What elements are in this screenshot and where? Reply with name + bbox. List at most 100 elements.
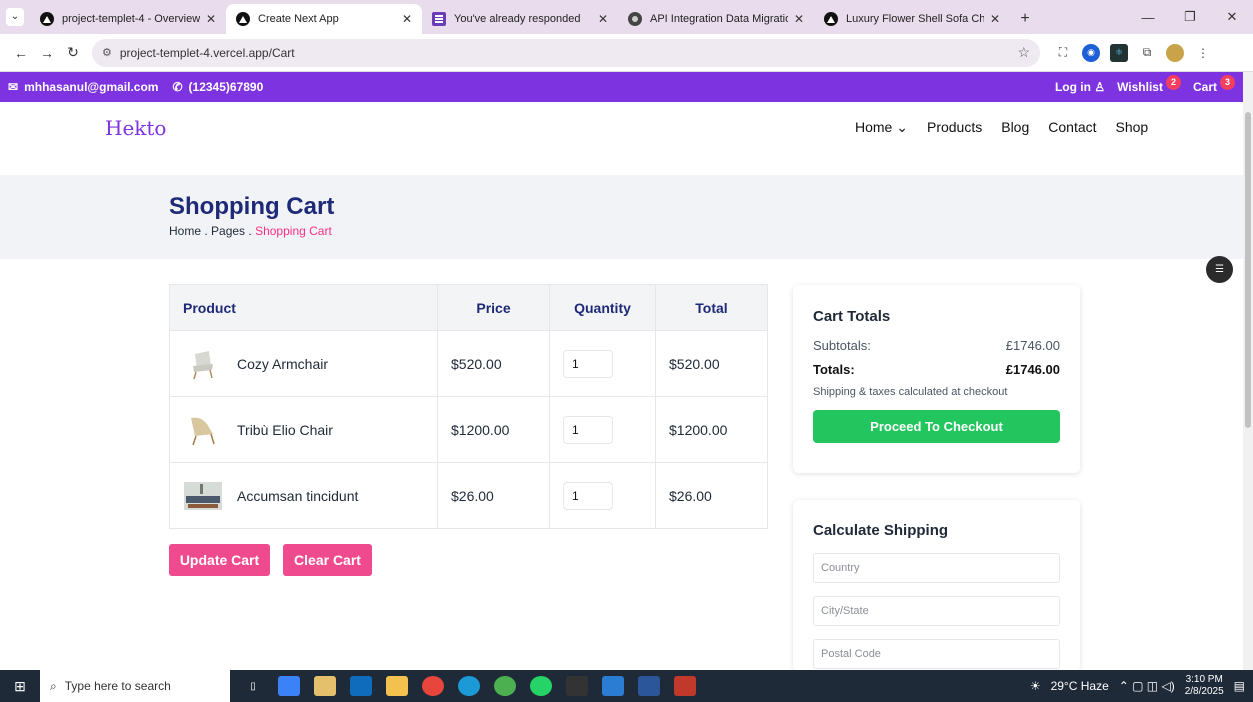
product-thumbnail	[183, 344, 223, 384]
browser-tab[interactable]: Luxury Flower Shell Sofa Chair | ✕	[814, 4, 1010, 34]
windows-taskbar: ⊞ ⌕ Type here to search ▯ ☀ 29°C Haze ⌃ …	[0, 670, 1253, 702]
terminal-icon[interactable]	[566, 676, 588, 696]
profile-avatar[interactable]	[1166, 43, 1184, 62]
nav-shop[interactable]: Shop	[1116, 119, 1149, 136]
close-icon[interactable]: ✕	[598, 12, 608, 26]
email-contact[interactable]: ✉ mhhasanul@gmail.com	[8, 80, 158, 94]
extensions-area: ⛶ ◉ ⚛ ⧉ ⋮	[1054, 43, 1212, 62]
nav-products[interactable]: Products	[927, 119, 982, 136]
taskbar-search[interactable]: ⌕ Type here to search	[40, 670, 230, 702]
user-icon: ♙	[1094, 80, 1106, 94]
calculate-shipping-card: Calculate Shipping	[793, 500, 1080, 672]
vscode-icon[interactable]	[602, 676, 624, 696]
scrollbar-thumb[interactable]	[1245, 112, 1251, 428]
breadcrumb-home[interactable]: Home .	[169, 224, 208, 238]
subtotal-value: £1746.00	[1005, 338, 1060, 353]
page-scrollbar[interactable]	[1243, 72, 1253, 670]
windows-start-icon[interactable]: ⊞	[0, 678, 40, 695]
edge-icon[interactable]	[458, 676, 480, 696]
cart-link[interactable]: Cart 3	[1193, 75, 1235, 94]
openai-icon	[628, 12, 642, 26]
breadcrumb-pages[interactable]: Pages .	[211, 224, 252, 238]
browser-tab[interactable]: project-templet-4 - Overview - ✕	[30, 4, 226, 34]
login-link[interactable]: Log in ♙	[1055, 80, 1105, 94]
country-input[interactable]	[813, 553, 1060, 583]
quantity-input[interactable]	[563, 349, 613, 378]
table-header-row: Product Price Quantity Total	[169, 284, 768, 331]
product-total: $26.00	[655, 462, 768, 529]
tab-title: Create Next App	[258, 13, 339, 25]
browser-tab-active[interactable]: Create Next App ✕	[226, 4, 422, 34]
bookmark-star-icon[interactable]: ☆	[1017, 44, 1030, 61]
total-label: Totals:	[813, 362, 855, 377]
whatsapp-icon[interactable]	[530, 676, 552, 696]
site-info-icon[interactable]: ⚙	[102, 46, 112, 59]
task-view-icon[interactable]: ▯	[242, 676, 264, 696]
maximize-icon[interactable]: ❐	[1169, 0, 1211, 34]
browser-tab[interactable]: API Integration Data Migration ✕	[618, 4, 814, 34]
wishlist-link[interactable]: Wishlist 2	[1117, 75, 1181, 94]
site-logo[interactable]: Hekto	[105, 116, 166, 140]
quantity-input[interactable]	[563, 481, 613, 510]
subtotal-row: Subtotals: £1746.00	[813, 338, 1060, 353]
close-icon[interactable]: ✕	[794, 12, 804, 26]
tab-title: API Integration Data Migration	[650, 13, 788, 25]
screenshot-icon[interactable]: ⛶	[1054, 44, 1072, 62]
react-devtools-icon[interactable]: ⚛	[1110, 43, 1128, 62]
close-icon[interactable]: ✕	[990, 12, 1000, 26]
clock[interactable]: 3:10 PM 2/8/2025	[1185, 674, 1224, 698]
nav-contact[interactable]: Contact	[1048, 119, 1096, 136]
taskbar-search-placeholder: Type here to search	[64, 679, 171, 693]
store-icon[interactable]	[314, 676, 336, 696]
back-icon[interactable]: ←	[8, 45, 34, 61]
phone-text: (12345)67890	[188, 80, 264, 94]
phone-contact[interactable]: ✆ (12345)67890	[172, 80, 263, 94]
product-name: Tribù Elio Chair	[237, 421, 333, 438]
close-icon[interactable]: ✕	[402, 12, 412, 26]
extension-icon[interactable]: ◉	[1082, 43, 1100, 62]
quantity-input[interactable]	[563, 415, 613, 444]
copilot-icon[interactable]	[278, 676, 300, 696]
update-cart-button[interactable]: Update Cart	[169, 544, 270, 576]
page-title: Shopping Cart	[169, 193, 335, 220]
chrome-profile-icon[interactable]	[494, 676, 516, 696]
app-icon[interactable]	[674, 676, 696, 696]
subtotal-label: Subtotals:	[813, 338, 871, 353]
postal-code-input[interactable]	[813, 639, 1060, 669]
tab-search-button[interactable]: ⌄	[0, 0, 30, 34]
col-total: Total	[655, 284, 768, 331]
kebab-menu-icon[interactable]: ⋮	[1194, 44, 1212, 62]
word-icon[interactable]	[638, 676, 660, 696]
close-window-icon[interactable]: ✕	[1211, 0, 1253, 34]
total-value: £1746.00	[1005, 362, 1060, 377]
city-state-input[interactable]	[813, 596, 1060, 626]
chrome-icon[interactable]	[422, 676, 444, 696]
file-explorer-icon[interactable]	[386, 676, 408, 696]
puzzle-icon[interactable]: ⧉	[1138, 44, 1156, 62]
tray-icons[interactable]: ⌃ ▢ ◫ ◁)	[1119, 679, 1175, 693]
phone-icon: ✆	[172, 80, 183, 94]
weather-text[interactable]: 29°C Haze	[1051, 679, 1109, 693]
outlook-icon[interactable]	[350, 676, 372, 696]
minimize-icon[interactable]: —	[1127, 0, 1169, 34]
close-icon[interactable]: ✕	[206, 12, 216, 26]
url-field[interactable]: ⚙ project-templet-4.vercel.app/Cart ☆	[92, 38, 1040, 67]
cart-table: Product Price Quantity Total Cozy Armcha…	[169, 284, 768, 529]
search-icon: ⌕	[50, 678, 57, 693]
clear-cart-button[interactable]: Clear Cart	[283, 544, 372, 576]
nav-blog[interactable]: Blog	[1001, 119, 1029, 136]
system-tray: ☀ 29°C Haze ⌃ ▢ ◫ ◁) 3:10 PM 2/8/2025 ▤	[1030, 674, 1253, 698]
browser-tab[interactable]: You've already responded ✕	[422, 4, 618, 34]
notifications-icon[interactable]: ▤	[1234, 679, 1245, 693]
table-row: Accumsan tincidunt $26.00 $26.00	[169, 462, 768, 529]
cart-badge: 3	[1220, 75, 1235, 90]
proceed-to-checkout-button[interactable]: Proceed To Checkout	[813, 410, 1060, 443]
reload-icon[interactable]: ↻	[60, 44, 86, 61]
breadcrumb: Home . Pages . Shopping Cart	[169, 224, 332, 238]
url-text: project-templet-4.vercel.app/Cart	[119, 45, 295, 60]
nav-home[interactable]: Home ⌄	[855, 119, 908, 136]
floating-menu-button[interactable]: ☰	[1206, 256, 1233, 283]
new-tab-button[interactable]: +	[1010, 4, 1040, 34]
forward-icon[interactable]: →	[34, 45, 60, 61]
col-product: Product	[169, 284, 438, 331]
